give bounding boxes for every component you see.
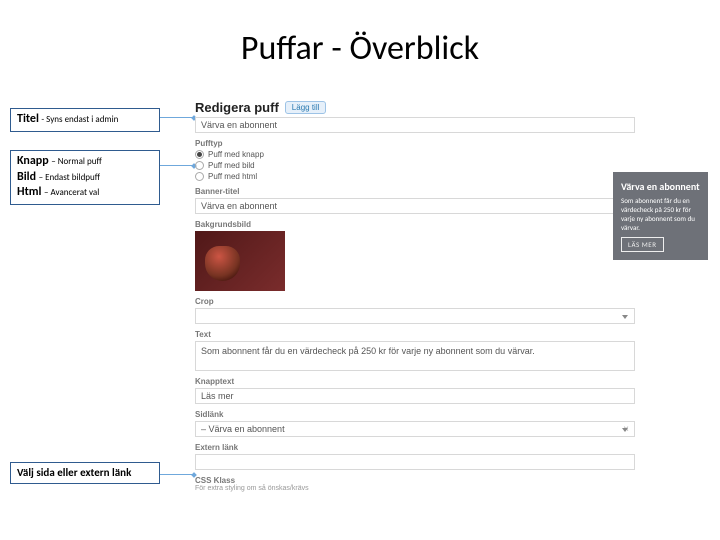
radio-icon [195, 172, 204, 181]
knapptext-value: Läs mer [201, 391, 234, 401]
radio-label: Puff med html [208, 172, 257, 181]
radio-label: Puff med bild [208, 161, 255, 170]
radio-puff-html[interactable]: Puff med html [195, 172, 635, 181]
preview-button[interactable]: LÄS MER [621, 237, 664, 252]
radio-icon [195, 150, 204, 159]
knapptext-input[interactable]: Läs mer [195, 388, 635, 404]
sidlank-select[interactable]: – Värva en abonnent × [195, 421, 635, 437]
title-input[interactable]: Värva en abonnent [195, 117, 635, 133]
externlank-label: Extern länk [195, 443, 635, 452]
radio-label: Puff med knapp [208, 150, 264, 159]
callout-title-label: Titel [17, 112, 39, 126]
arrow-icon [160, 165, 195, 166]
banner-input[interactable]: Värva en abonnent [195, 198, 635, 214]
callout-link-text: Välj sida eller extern länk [17, 466, 131, 479]
callout-html-label: Html [17, 185, 41, 199]
radio-icon [195, 161, 204, 170]
radio-puff-knapp[interactable]: Puff med knapp [195, 150, 635, 159]
callout-title: Titel - Syns endast i admin [10, 108, 160, 132]
admin-form: Redigera puff Lägg till Värva en abonnen… [195, 100, 635, 492]
bg-label: Bakgrundsbild [195, 220, 635, 229]
preview-body: Som abonnent får du en värdecheck på 250… [621, 196, 700, 232]
slide-title: Puffar - Överblick [0, 28, 720, 69]
bg-thumbnail[interactable] [195, 231, 285, 291]
sidlank-value: – Värva en abonnent [201, 424, 285, 434]
callout-knapp-desc: – Normal puff [51, 156, 102, 167]
knapptext-label: Knapptext [195, 377, 635, 386]
callout-title-desc: - Syns endast i admin [41, 114, 118, 125]
css-label: CSS Klass [195, 476, 635, 485]
callout-link: Välj sida eller extern länk [10, 462, 160, 484]
banner-value: Värva en abonnent [201, 201, 277, 211]
crop-select[interactable] [195, 308, 635, 324]
pufftype-label: Pufftyp [195, 139, 635, 148]
title-value: Värva en abonnent [201, 120, 277, 130]
admin-heading: Redigera puff [195, 100, 279, 115]
text-label: Text [195, 330, 635, 339]
add-button[interactable]: Lägg till [285, 101, 327, 114]
callout-bild-label: Bild [17, 170, 36, 184]
text-value: Som abonnent får du en värdecheck på 250… [201, 346, 535, 356]
preview-title: Värva en abonnent [621, 180, 700, 193]
callout-html-desc: – Avancerat val [44, 187, 99, 198]
clear-icon[interactable]: × [623, 424, 629, 435]
arrow-icon [160, 117, 195, 118]
externlank-input[interactable] [195, 454, 635, 470]
preview-card: Värva en abonnent Som abonnent får du en… [613, 172, 708, 260]
css-hint: För extra styling om så önskas/krävs [195, 485, 635, 492]
callout-bild-desc: – Endast bildpuff [39, 172, 100, 183]
sidlank-label: Sidlänk [195, 410, 635, 419]
radio-puff-bild[interactable]: Puff med bild [195, 161, 635, 170]
banner-label: Banner-titel [195, 187, 635, 196]
arrow-icon [160, 474, 195, 475]
crop-label: Crop [195, 297, 635, 306]
callout-knapp-label: Knapp [17, 154, 49, 168]
text-input[interactable]: Som abonnent får du en värdecheck på 250… [195, 341, 635, 371]
callout-type: Knapp – Normal puff Bild – Endast bildpu… [10, 150, 160, 205]
